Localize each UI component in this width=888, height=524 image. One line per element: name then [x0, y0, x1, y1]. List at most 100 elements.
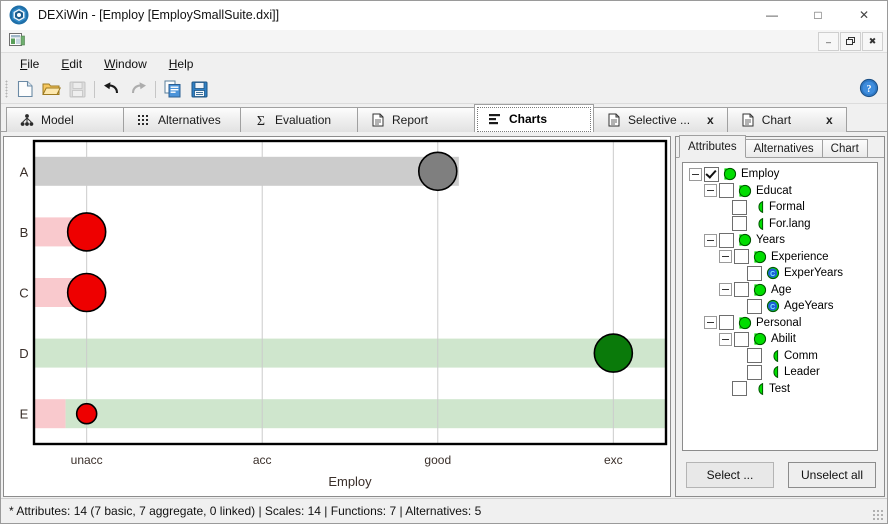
aggregate-attribute-icon: [753, 283, 767, 297]
tree-item-years[interactable]: Years: [683, 232, 877, 249]
tree-checkbox[interactable]: [732, 381, 747, 397]
tree-item-educat[interactable]: Educat: [683, 183, 877, 200]
tree-checkbox[interactable]: [734, 282, 749, 298]
tree-expander-icon[interactable]: [704, 184, 717, 198]
tree-expander-icon[interactable]: [719, 332, 732, 346]
data-point-A[interactable]: [417, 151, 458, 192]
value-band-E: [34, 399, 66, 429]
tree-checkbox[interactable]: [747, 265, 762, 281]
data-point-E[interactable]: [75, 402, 98, 425]
side-tab-attributes[interactable]: Attributes: [679, 135, 746, 158]
side-tab-alternatives-label: Alternatives: [753, 143, 814, 155]
data-point-C[interactable]: [66, 272, 107, 313]
tree-item-test[interactable]: Test: [683, 381, 877, 398]
unselect-all-button[interactable]: Unselect all: [788, 462, 876, 488]
basic-attribute-icon: [766, 349, 780, 363]
close-button[interactable]: ✕: [841, 1, 887, 29]
save-report-icon[interactable]: [186, 77, 212, 101]
plot-background: [34, 141, 666, 444]
aggregate-attribute-icon: [738, 316, 752, 330]
tab-chart[interactable]: Chart x: [726, 107, 847, 132]
tree-expander-icon[interactable]: [719, 283, 732, 297]
tree-checkbox[interactable]: [747, 298, 762, 314]
aggregate-attribute-icon: [738, 233, 752, 247]
tab-charts[interactable]: Charts: [474, 104, 594, 132]
tree-checkbox[interactable]: [734, 249, 749, 265]
tree-expander-icon[interactable]: [689, 167, 702, 181]
tab-evaluation[interactable]: Σ Evaluation: [240, 107, 358, 132]
mdi-close-button[interactable]: ✖: [862, 32, 883, 51]
menu-window[interactable]: Window: [93, 55, 158, 73]
toolbar-grip[interactable]: [5, 80, 8, 98]
tree-expander-icon[interactable]: [704, 316, 717, 330]
tab-report[interactable]: Report: [357, 107, 475, 132]
tab-chart-close-icon[interactable]: x: [816, 113, 833, 127]
tree-item-employ[interactable]: Employ: [683, 166, 877, 183]
value-band-E: [65, 399, 667, 429]
continuous-attribute-icon: C: [766, 266, 780, 280]
select-button[interactable]: Select ...: [686, 462, 774, 488]
tab-model[interactable]: Model: [6, 107, 124, 132]
tree-checkbox[interactable]: [719, 183, 734, 199]
tree-checkbox[interactable]: [732, 216, 747, 232]
maximize-button[interactable]: □: [795, 1, 841, 29]
chart-panel[interactable]: A B C D Eunacc acc good exc Employ: [3, 136, 671, 497]
y-tick-C: C: [19, 286, 28, 301]
tab-selective-close-icon[interactable]: x: [697, 113, 714, 127]
tab-chart-label: Chart: [761, 113, 792, 127]
data-point-D[interactable]: [593, 333, 634, 373]
mdi-minimize-button[interactable]: –: [818, 32, 839, 51]
tree-item-experyears[interactable]: C ExperYears: [683, 265, 877, 282]
mdi-restore-button[interactable]: [840, 32, 861, 51]
minimize-button[interactable]: —: [749, 1, 795, 29]
tree-checkbox[interactable]: [732, 199, 747, 215]
tree-item-age[interactable]: Age: [683, 282, 877, 299]
aggregate-attribute-icon: [753, 332, 767, 346]
menu-edit[interactable]: Edit: [50, 55, 93, 73]
svg-text:?: ?: [867, 84, 872, 95]
grid-dots-icon: [137, 113, 151, 127]
model-tree-icon: [20, 113, 34, 127]
resize-grip[interactable]: [872, 509, 884, 521]
menu-help-label: elp: [177, 57, 194, 71]
menu-edit-label: dit: [69, 57, 83, 71]
value-band-A: [34, 156, 459, 186]
tree-checkbox[interactable]: [747, 364, 762, 380]
open-folder-icon[interactable]: [38, 77, 64, 101]
data-point-B[interactable]: [66, 212, 107, 252]
tab-selective[interactable]: Selective ... x: [593, 107, 728, 132]
tree-checkbox[interactable]: [704, 166, 719, 182]
tab-alternatives[interactable]: Alternatives: [123, 107, 241, 132]
tree-item-comm[interactable]: Comm: [683, 348, 877, 365]
menu-file[interactable]: File: [9, 55, 50, 73]
tree-item-label: Personal: [756, 316, 802, 329]
tree-checkbox[interactable]: [719, 315, 734, 331]
tree-expander-icon[interactable]: [704, 233, 717, 247]
tree-item-label: AgeYears: [784, 300, 834, 313]
tree-item-personal[interactable]: Personal: [683, 315, 877, 332]
attributes-tree[interactable]: Employ Educat Formal For.lang Years Experienc…: [682, 162, 878, 451]
undo-icon[interactable]: [99, 77, 125, 101]
tree-item-ageyears[interactable]: C AgeYears: [683, 298, 877, 315]
tree-item-abilit[interactable]: Abilit: [683, 331, 877, 348]
tree-checkbox[interactable]: [734, 331, 749, 347]
tree-checkbox[interactable]: [747, 348, 762, 364]
new-file-icon[interactable]: [12, 77, 38, 101]
side-tab-alternatives[interactable]: Alternatives: [744, 139, 823, 158]
tree-item-formal[interactable]: Formal: [683, 199, 877, 216]
tree-checkbox[interactable]: [719, 232, 734, 248]
help-question-icon[interactable]: ?: [859, 78, 879, 98]
tree-item-leader[interactable]: Leader: [683, 364, 877, 381]
tree-item-label: Experience: [771, 250, 829, 263]
tree-expander-icon[interactable]: [719, 250, 732, 264]
copy-icon[interactable]: [160, 77, 186, 101]
menu-file-label: ile: [27, 57, 40, 71]
tree-item-experience[interactable]: Experience: [683, 249, 877, 266]
tree-item-label: Test: [769, 382, 791, 395]
employ-scatter-chart[interactable]: A B C D Eunacc acc good exc Employ: [4, 137, 670, 497]
side-tab-chart[interactable]: Chart: [821, 139, 868, 158]
continuous-attribute-icon: C: [766, 299, 780, 313]
menu-help[interactable]: Help: [158, 55, 205, 73]
tree-item-for-lang[interactable]: For.lang: [683, 216, 877, 233]
aggregate-attribute-icon: [753, 250, 767, 264]
